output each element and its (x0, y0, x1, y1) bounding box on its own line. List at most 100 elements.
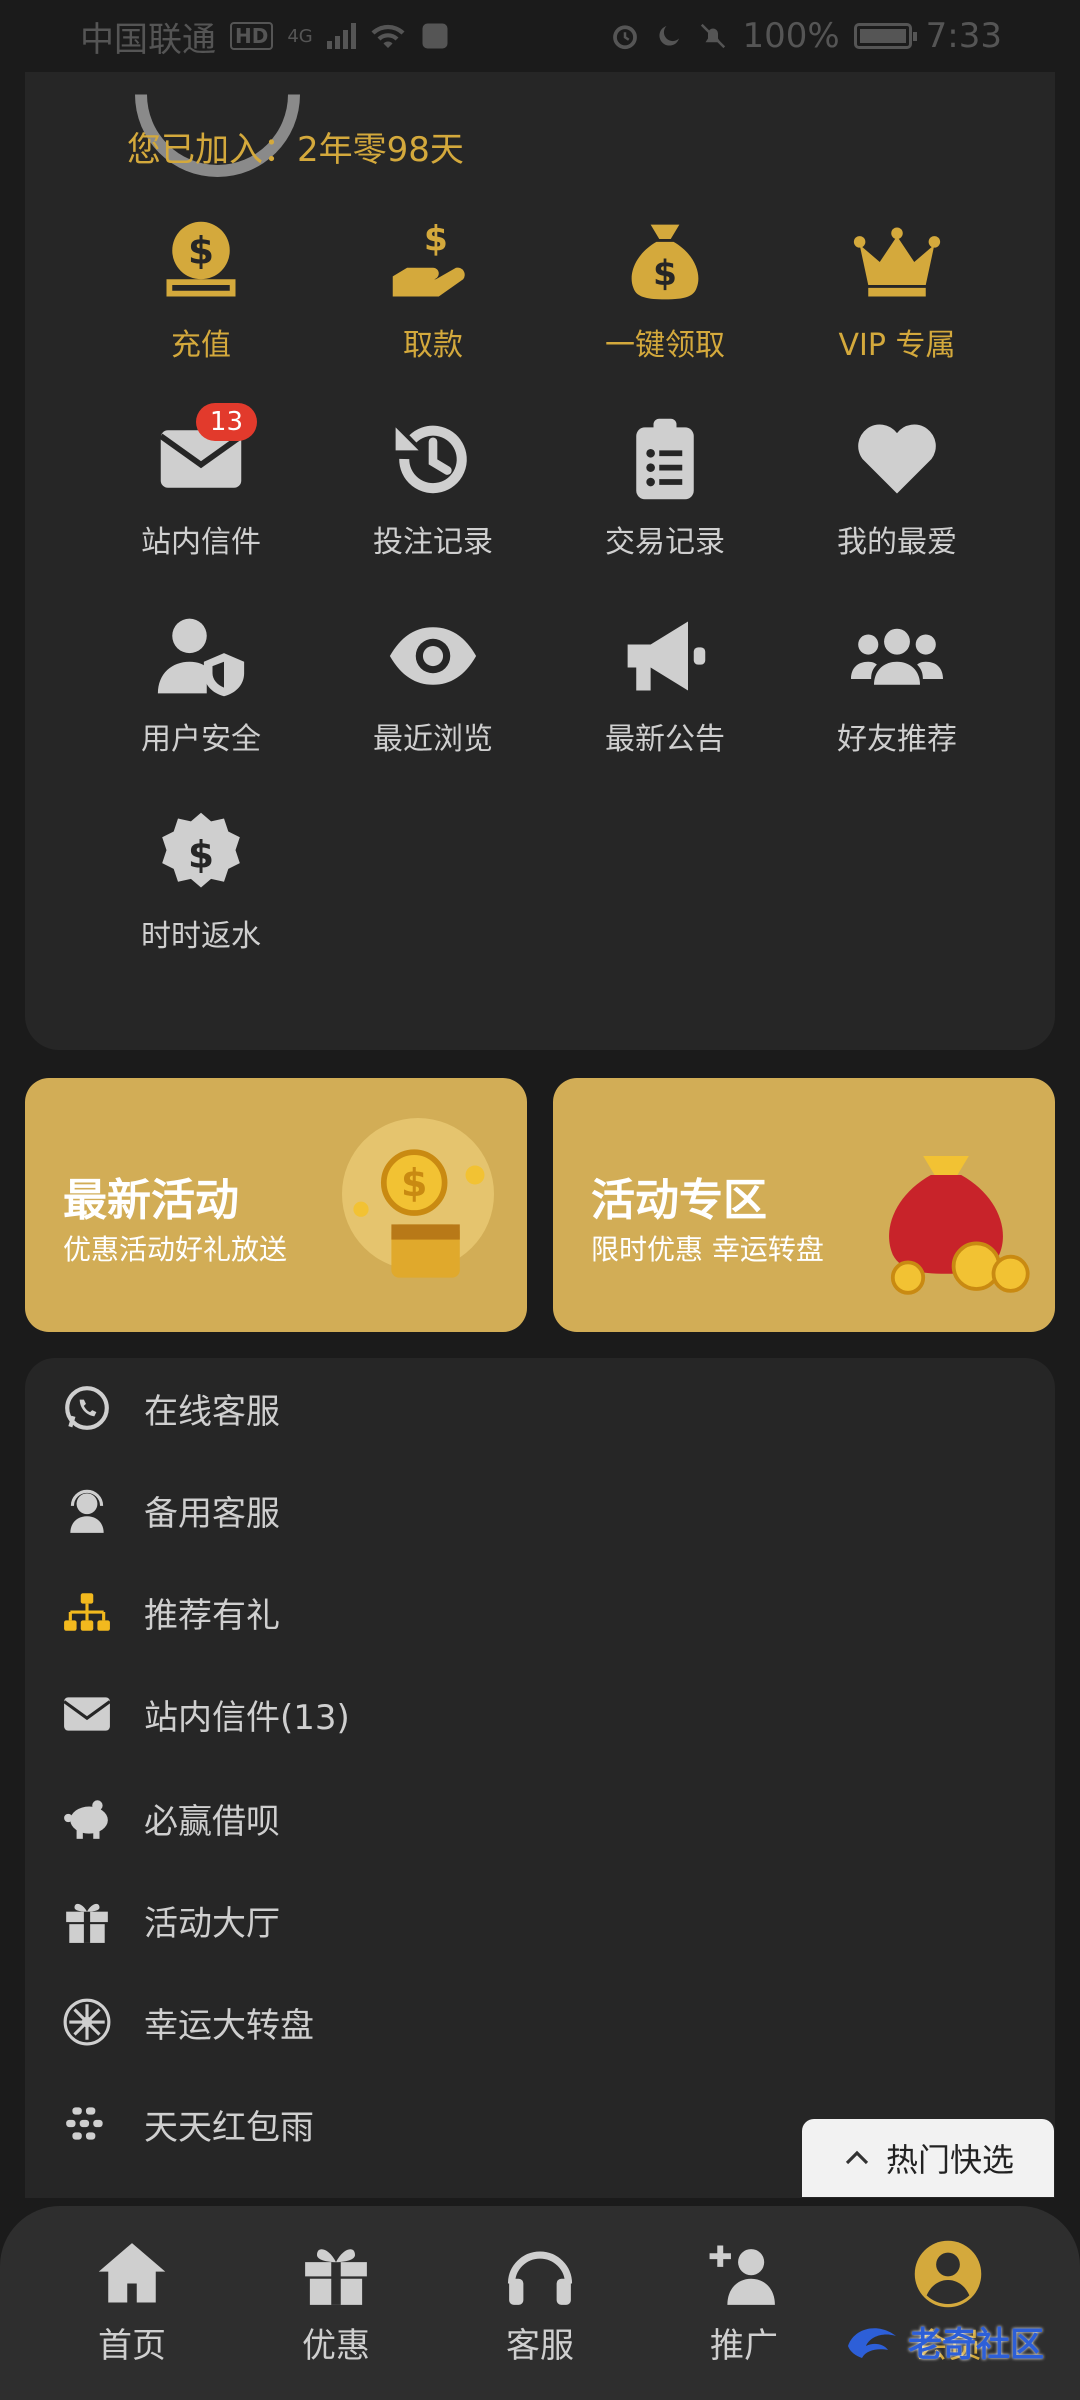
grid-label: 最新公告 (605, 722, 725, 757)
nav-label: 客服 (506, 2326, 574, 2366)
menu-label: 备用客服 (144, 1493, 280, 1534)
network-type: 4G (287, 25, 313, 47)
status-right: 100% 7:33 (610, 16, 1002, 56)
money-bag-icon: $ (615, 212, 715, 312)
grid-label: 一键领取 (605, 328, 725, 363)
envelope-icon: 13 (151, 403, 257, 509)
user-plus-icon (706, 2236, 782, 2316)
menu-online-service[interactable]: 在线客服 (60, 1368, 960, 1448)
grid-item-favorites[interactable]: 我的最爱 (781, 409, 1013, 564)
svg-text:$: $ (653, 254, 677, 294)
treasure-chest-icon: $ (342, 1118, 494, 1278)
banner-activity-zone[interactable]: 活动专区 限时优惠 幸运转盘 (553, 1078, 1055, 1332)
user-circle-icon (910, 2236, 986, 2316)
grid-label: 站内信件 (141, 525, 261, 560)
headphones-icon (502, 2236, 578, 2316)
grid-item-claim-all[interactable]: $ 一键领取 (549, 212, 781, 367)
rain-dots-icon (60, 2097, 114, 2151)
menu-label: 天天红包雨 (144, 2107, 314, 2148)
grid-item-announcements[interactable]: 最新公告 (549, 606, 781, 761)
grid-label: 充值 (171, 328, 231, 363)
unread-badge: 13 (195, 403, 257, 441)
menu-referral-rewards[interactable]: 推荐有礼 (60, 1572, 960, 1652)
heart-icon (847, 409, 947, 509)
svg-text:$: $ (188, 832, 214, 876)
grid-label: 用户安全 (141, 722, 261, 757)
function-grid: $ 充值 $ 取款 $ 一键领取 VIP 专属 13 站内信件 投注记录 交易记… (25, 212, 1055, 958)
piggy-bank-icon (60, 1791, 114, 1845)
menu-label: 幸运大转盘 (144, 2005, 314, 2046)
whatsapp-icon (60, 1381, 114, 1435)
menu-label: 活动大厅 (144, 1903, 280, 1944)
menu-label: 必赢借呗 (144, 1801, 280, 1842)
membership-duration: 您已加入：2年零98天 (127, 130, 464, 170)
signal-icon (326, 23, 356, 49)
banner-subtitle: 限时优惠 幸运转盘 (591, 1233, 824, 1266)
grid-label: VIP 专属 (838, 328, 956, 363)
menu-loan[interactable]: 必赢借呗 (60, 1778, 960, 1858)
menu-label: 站内信件(13) (144, 1697, 350, 1738)
wheel-icon (60, 1995, 114, 2049)
user-shield-icon (151, 606, 251, 706)
hd-indicator: HD (230, 22, 274, 50)
battery-icon (853, 23, 917, 49)
banner-latest-activities[interactable]: 最新活动 优惠活动好礼放送 $ (25, 1078, 527, 1332)
grid-label: 时时返水 (141, 919, 261, 954)
grid-item-withdraw[interactable]: $ 取款 (317, 212, 549, 367)
svg-text:$: $ (424, 220, 448, 260)
grid-item-messages[interactable]: 13 站内信件 (85, 403, 317, 564)
menu-label: 在线客服 (144, 1391, 280, 1432)
users-icon (847, 606, 947, 706)
grid-item-recent[interactable]: 最近浏览 (317, 606, 549, 761)
clipboard-icon (615, 409, 715, 509)
gift-icon (298, 2236, 374, 2316)
nav-promotions[interactable]: 优惠 (234, 2236, 438, 2400)
chevron-up-icon (845, 2150, 869, 2165)
clock: 7:33 (925, 16, 1002, 56)
coin-badge-icon: $ (151, 803, 251, 903)
eye-icon (383, 606, 483, 706)
deposit-coin-icon: $ (151, 212, 251, 312)
grid-label: 我的最爱 (837, 525, 957, 560)
mute-bell-icon (701, 23, 726, 49)
alarm-icon (613, 25, 638, 50)
nav-customer-service[interactable]: 客服 (438, 2236, 642, 2400)
grid-item-user-security[interactable]: 用户安全 (85, 606, 317, 761)
menu-label: 推荐有礼 (144, 1595, 280, 1636)
envelope-icon (60, 1687, 114, 1741)
grid-label: 投注记录 (373, 525, 493, 560)
grid-label: 最近浏览 (373, 722, 493, 757)
menu-activity-hall[interactable]: 活动大厅 (60, 1880, 960, 1960)
nav-home[interactable]: 首页 (30, 2236, 234, 2400)
red-money-bag-icon (889, 1156, 1030, 1295)
status-left: 中国联通 HD 4G (80, 12, 450, 61)
hot-pick-button[interactable]: 热门快选 (802, 2119, 1054, 2197)
grid-item-bet-history[interactable]: 投注记录 (317, 409, 549, 564)
grid-label: 取款 (403, 328, 463, 363)
hot-pick-label: 热门快选 (885, 2141, 1014, 2179)
grid-item-refer-friends[interactable]: 好友推荐 (781, 606, 1013, 761)
grid-item-vip[interactable]: VIP 专属 (781, 212, 1013, 367)
gift-icon (60, 1893, 114, 1947)
watermark-logo: 老奇社区 (842, 2306, 1062, 2376)
grid-item-transactions[interactable]: 交易记录 (549, 409, 781, 564)
profile-card: 您已加入：2年零98天 $ 充值 $ 取款 $ 一键领取 VIP 专属 13 站… (25, 72, 1055, 1050)
svg-text:$: $ (401, 1161, 427, 1205)
menu-messages[interactable]: 站内信件(13) (60, 1674, 960, 1754)
status-bar: 中国联通 HD 4G 100% 7:33 (0, 0, 1080, 72)
nav-label: 首页 (98, 2326, 166, 2366)
home-icon (94, 2236, 170, 2316)
menu-lucky-wheel[interactable]: 幸运大转盘 (60, 1982, 960, 2062)
grid-item-deposit[interactable]: $ 充值 (85, 212, 317, 367)
battery-percent: 100% (742, 16, 840, 56)
grid-item-rebate[interactable]: $ 时时返水 (85, 803, 317, 958)
nav-promote[interactable]: 推广 (642, 2236, 846, 2400)
banner-subtitle: 优惠活动好礼放送 (63, 1233, 288, 1266)
banner-title: 最新活动 (63, 1175, 239, 1226)
sitemap-icon (60, 1585, 114, 1639)
menu-backup-service[interactable]: 备用客服 (60, 1470, 960, 1550)
svg-text:$: $ (188, 228, 214, 272)
withdraw-hand-icon: $ (383, 212, 483, 312)
dragon-logo-icon (848, 2328, 896, 2358)
app-notification-icon (422, 23, 448, 49)
